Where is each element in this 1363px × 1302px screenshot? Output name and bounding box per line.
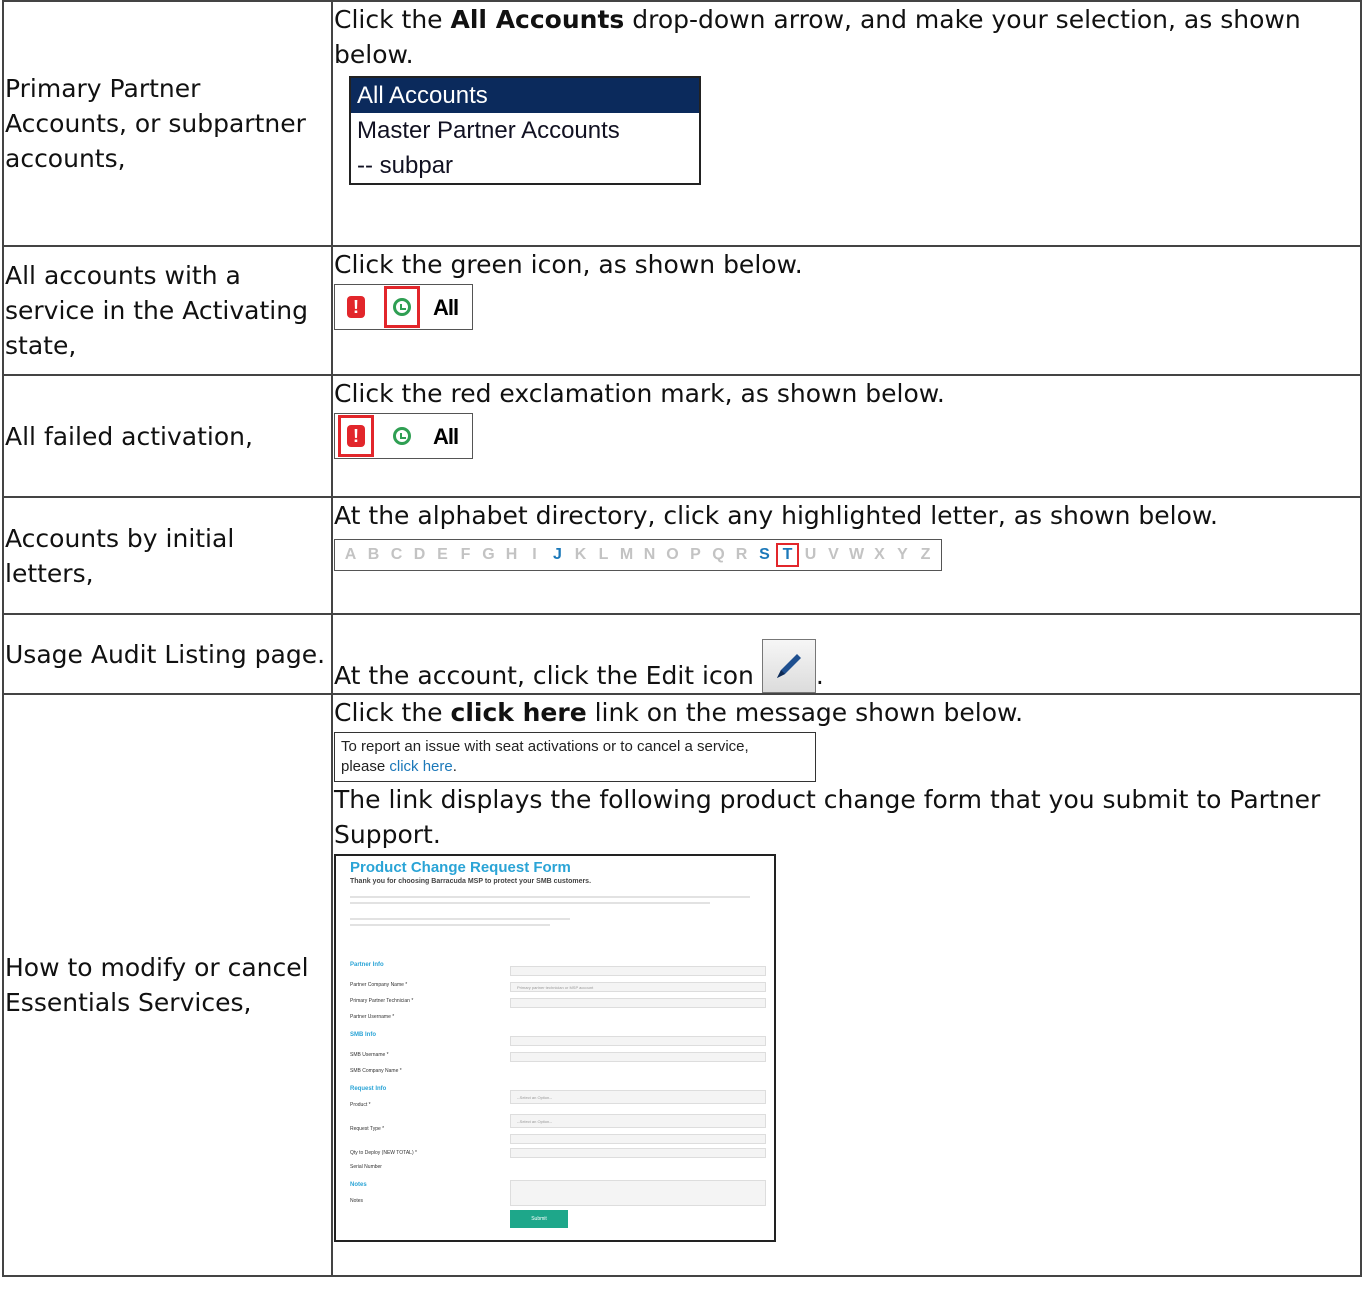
table-row: Usage Audit Listing page. At the account… [3,614,1361,694]
product-change-form: Product Change Request Form Thank you fo… [334,854,776,1242]
form-text-line [350,918,570,920]
failed-filter-button[interactable]: ! [341,289,371,325]
product-select[interactable]: --Select an Option-- [510,1090,766,1104]
clock-icon [393,298,411,316]
row-label: Usage Audit Listing page. [3,614,332,694]
request-type-select[interactable]: --Select an Option-- [510,1114,766,1128]
technician-input[interactable]: Primary partner technician or MSP accoun… [510,982,766,992]
alphabet-letter: C [390,546,403,563]
alphabet-letter: V [828,546,839,563]
table-row: Primary Partner Accounts, or subpartner … [3,1,1361,246]
alphabet-letter: L [598,546,609,563]
instruction-text: Click the red exclamation mark, as shown… [334,379,945,408]
alphabet-letter[interactable]: S [753,537,776,572]
pencil-icon [776,654,801,678]
smb-company-input[interactable] [510,1052,766,1062]
table-row: How to modify or cancel Essentials Servi… [3,694,1361,1276]
instruction-text: At the account, click the Edit icon [334,661,754,690]
failed-filter-button[interactable]: ! [338,415,374,457]
activating-filter-button[interactable] [384,286,420,328]
alphabet-directory: ABCDEFGHIJKLMNOPQRSTUVWXYZ [334,537,942,572]
dropdown-option-all[interactable]: All Accounts [351,78,699,113]
exclamation-icon: ! [347,425,365,447]
row-label: Accounts by initial letters, [3,497,332,614]
alphabet-letter: A [344,546,357,563]
partner-username-input[interactable] [510,998,766,1008]
form-title: Product Change Request Form [350,859,571,876]
status-filter-bar: ! All [334,413,474,459]
alphabet-letter: Z [920,546,931,563]
row-label: All accounts with a service in the Activ… [3,246,332,375]
table-row: All failed activation, Click the red exc… [3,375,1361,497]
alphabet-letter: E [437,546,448,563]
alphabet-letter: U [804,546,817,563]
instruction-text: At the alphabet directory, click any hig… [334,501,1219,530]
alphabet-letter: P [690,546,701,563]
follow-text: The link displays the following product … [334,785,1321,849]
activating-filter-button[interactable] [387,418,417,454]
partner-company-input[interactable] [510,966,766,976]
form-subtitle: Thank you for choosing Barracuda MSP to … [350,878,592,885]
qty-input[interactable] [510,1134,766,1144]
sentence-end: . [815,661,824,690]
table-row: Accounts by initial letters, At the alph… [3,497,1361,614]
serial-number-input[interactable] [510,1148,766,1158]
alphabet-letter: D [413,546,426,563]
form-text-line [350,924,550,926]
accounts-dropdown-list[interactable]: All Accounts Master Partner Accounts -- … [349,76,701,185]
alphabet-letter: X [874,546,885,563]
form-text-line [350,902,710,904]
row-label: How to modify or cancel Essentials Servi… [3,694,332,1276]
alphabet-letter: K [574,546,587,563]
all-filter-button[interactable]: All [433,290,459,325]
alphabet-letter: W [848,546,865,563]
instructions-table: Primary Partner Accounts, or subpartner … [2,0,1362,1277]
alphabet-letter: Y [897,546,908,563]
alphabet-letter: F [460,546,471,563]
instruction-text: Click the All Accounts drop-down arrow, … [334,5,1301,69]
alphabet-letter: R [735,546,748,563]
instruction-text: Click the green icon, as shown below. [334,250,803,279]
dropdown-option-subpar[interactable]: -- subpar [351,148,699,183]
form-label: Notes [350,1198,364,1204]
alphabet-letter: Q [712,546,725,563]
notes-textarea[interactable] [510,1180,766,1206]
row-content: At the account, click the Edit icon . [332,614,1361,694]
submit-button[interactable]: Submit [510,1210,568,1228]
row-label: Primary Partner Accounts, or subpartner … [3,1,332,246]
bold-term: click here [450,698,587,727]
alphabet-letter: G [482,546,495,563]
dropdown-option-master[interactable]: Master Partner Accounts [351,113,699,148]
table-row: All accounts with a service in the Activ… [3,246,1361,375]
alphabet-letter: M [619,546,634,563]
alphabet-letter: B [367,546,380,563]
form-text-line [350,896,750,898]
row-content: At the alphabet directory, click any hig… [332,497,1361,614]
row-content: Click the red exclamation mark, as shown… [332,375,1361,497]
exclamation-icon: ! [347,296,365,318]
row-content: Click the click here link on the message… [332,694,1361,1276]
row-content: Click the All Accounts drop-down arrow, … [332,1,1361,246]
status-filter-bar: ! All [334,284,474,330]
all-filter-button[interactable]: All [433,419,459,454]
clock-icon [393,427,411,445]
alphabet-letter[interactable]: J [546,537,569,572]
alphabet-letter: H [505,546,518,563]
alphabet-letter: N [643,546,656,563]
alphabet-letter: O [666,546,679,563]
smb-username-input[interactable] [510,1036,766,1046]
edit-button[interactable] [761,639,816,693]
support-message: To report an issue with seat activations… [334,732,816,782]
click-here-link[interactable]: click here [389,758,452,775]
row-label: All failed activation, [3,375,332,497]
alphabet-letter[interactable]: T [776,542,799,567]
row-content: Click the green icon, as shown below. ! … [332,246,1361,375]
bold-term: All Accounts [450,5,625,34]
message-line: To report an issue with seat activations… [341,738,749,755]
instruction-text: Click the click here link on the message… [334,698,1024,727]
message-line: please click here. [341,758,457,775]
alphabet-letter: I [532,546,537,563]
